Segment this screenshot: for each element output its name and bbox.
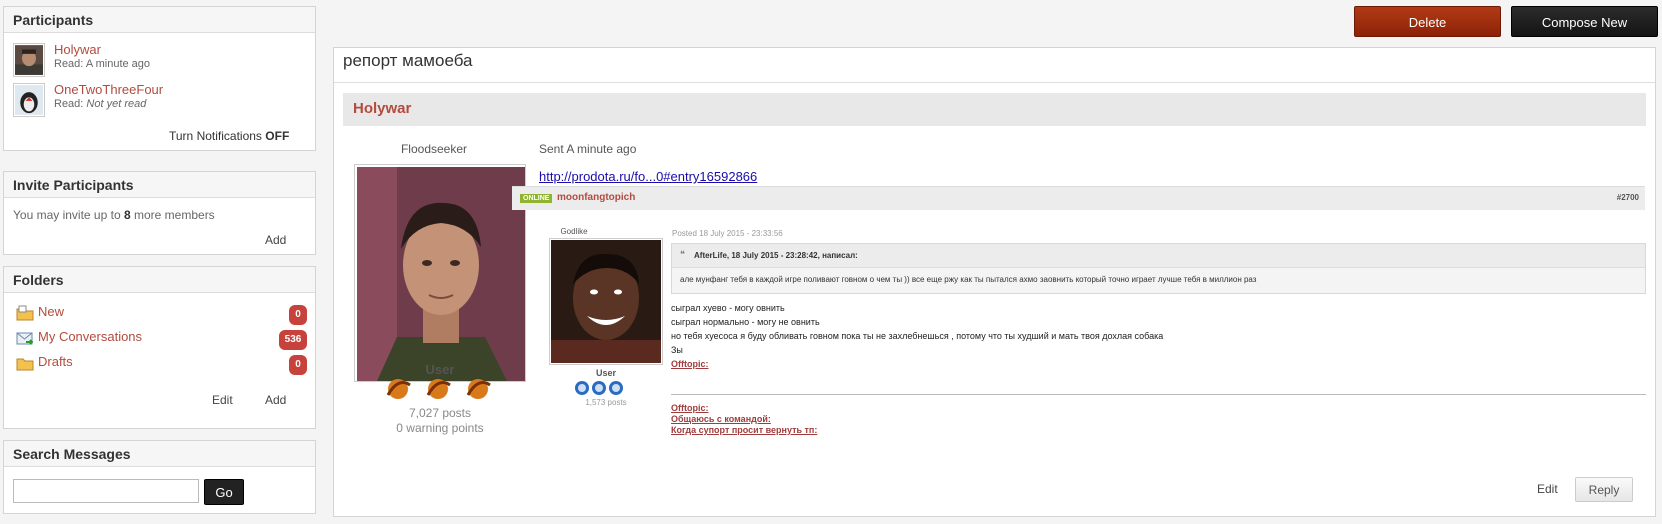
quote-icon: ❝ xyxy=(680,249,685,259)
search-title: Search Messages xyxy=(4,441,315,467)
quote-text: але мунфанг тебя в каждой игре поливают … xyxy=(680,275,1257,284)
post-line: Зы xyxy=(671,345,683,355)
participants-title: Participants xyxy=(4,7,315,33)
folder-count-badge: 0 xyxy=(289,355,307,375)
participant-read-status: Read: Not yet read xyxy=(54,98,146,110)
participant-avatar-onetwothreefour[interactable] xyxy=(13,83,45,117)
folder-item-new[interactable]: New xyxy=(16,304,306,322)
embedded-post-count: 1,573 posts xyxy=(585,398,627,407)
embedded-post-number[interactable]: #2700 xyxy=(1617,193,1639,202)
notifications-toggle[interactable]: Turn Notifications OFF xyxy=(169,129,289,143)
sender-avatar-image xyxy=(357,167,525,381)
folder-count-badge: 536 xyxy=(279,330,307,350)
message-edit-button[interactable]: Edit xyxy=(1537,482,1558,496)
embedded-post-author[interactable]: moonfangtopich xyxy=(557,192,635,203)
sender-rank-pips xyxy=(382,375,502,401)
search-input[interactable] xyxy=(13,479,199,503)
read-value: Not yet read xyxy=(86,98,147,110)
quote-header-row: ❝ AfterLife, 18 July 2015 - 23:28:42, на… xyxy=(672,244,1645,268)
conversation-panel: репорт мамоеба Holywar Floodseeker User … xyxy=(333,47,1656,517)
read-label: Read: xyxy=(54,58,84,70)
folder-label: New xyxy=(38,304,65,319)
folders-title: Folders xyxy=(4,267,315,293)
embedded-author-role: User xyxy=(595,368,616,378)
search-go-button[interactable]: Go xyxy=(204,479,244,505)
message-author-bar: Holywar xyxy=(343,93,1646,126)
rank-pip-icon xyxy=(466,379,491,399)
sender-post-count: 7,027 posts xyxy=(408,406,472,420)
participant-read-status: Read: A minute ago xyxy=(54,58,150,70)
message-author-name[interactable]: Holywar xyxy=(353,100,411,117)
invite-add-button[interactable]: Add xyxy=(265,233,286,247)
post-line: сыграл нормально - могу не овнить xyxy=(671,317,820,327)
online-status-badge: ONLINE xyxy=(520,194,553,203)
folder-item-my-conversations[interactable]: My Conversations xyxy=(16,329,306,347)
read-label: Read: xyxy=(54,98,84,110)
folders-add-button[interactable]: Add xyxy=(265,393,286,407)
participant-name-holywar[interactable]: Holywar xyxy=(54,42,101,57)
reply-button[interactable]: Reply xyxy=(1575,477,1633,502)
folder-new-icon xyxy=(16,305,34,321)
signature-link[interactable]: Когда супорт просит вернуть тп: xyxy=(671,425,817,435)
sender-avatar[interactable] xyxy=(354,164,526,382)
participant-name-onetwothreefour[interactable]: OneTwoThreeFour xyxy=(54,82,163,97)
folder-item-drafts[interactable]: Drafts xyxy=(16,354,306,372)
sender-warning-points: 0 warning points xyxy=(396,421,484,435)
sent-time: Sent A minute ago xyxy=(539,142,637,156)
avatar-image xyxy=(15,85,43,115)
rank-pip-icon xyxy=(592,381,606,395)
message-link[interactable]: http://prodota.ru/fo...0#entry16592866 xyxy=(539,169,757,184)
signature-divider xyxy=(671,394,1646,395)
compose-new-button[interactable]: Compose New xyxy=(1511,6,1658,37)
folder-label: Drafts xyxy=(38,354,73,369)
rank-pip-icon xyxy=(575,381,589,395)
invite-limit-text: You may invite up to 8 more members xyxy=(13,208,215,222)
embedded-author-rank: Godlike xyxy=(560,227,588,236)
search-panel: Search Messages Go xyxy=(3,440,316,514)
rank-pip-icon xyxy=(426,379,451,399)
sender-username[interactable]: Floodseeker xyxy=(354,142,514,156)
invite-title: Invite Participants xyxy=(4,172,315,198)
signature-link[interactable]: Общаюсь с командой: xyxy=(671,414,771,424)
quote-block: ❝ AfterLife, 18 July 2015 - 23:28:42, на… xyxy=(671,243,1646,294)
post-line: но тебя хуесоса я буду обливать говном п… xyxy=(671,331,1164,341)
folders-panel: Folders New 0 My Conversations 536 Draft… xyxy=(3,266,316,429)
envelope-arrow-icon xyxy=(16,332,34,345)
signature-link[interactable]: Offtopic: xyxy=(671,403,709,413)
embedded-post-header: ONLINE moonfangtopich #2700 xyxy=(512,186,1645,210)
participant-avatar-holywar[interactable] xyxy=(13,43,45,77)
embedded-avatar-image xyxy=(551,240,661,363)
read-value: A minute ago xyxy=(85,58,151,70)
notifications-state: OFF xyxy=(265,129,290,143)
invite-panel: Invite Participants You may invite up to… xyxy=(3,171,316,255)
invite-text-after: more members xyxy=(134,208,215,222)
folder-label: My Conversations xyxy=(38,329,143,344)
quote-header: AfterLife, 18 July 2015 - 23:28:42, напи… xyxy=(694,251,858,260)
rank-icons xyxy=(575,381,623,395)
folder-count-badge: 0 xyxy=(289,305,307,325)
folder-icon xyxy=(16,358,34,371)
delete-button[interactable]: Delete xyxy=(1354,6,1501,37)
invite-count: 8 xyxy=(123,208,131,222)
embedded-post-date: Posted 18 July 2015 - 23:33:56 xyxy=(672,229,783,238)
offtopic-link[interactable]: Offtopic: xyxy=(671,359,709,369)
rank-pip-icon xyxy=(609,381,623,395)
conversation-title: репорт мамоеба xyxy=(343,51,473,70)
notifications-label: Turn Notifications xyxy=(169,129,262,143)
participants-panel: Participants Holywar Read: A minute ago … xyxy=(3,6,316,151)
avatar-image xyxy=(15,45,43,75)
rank-pip-icon xyxy=(386,379,411,399)
invite-text-before: You may invite up to xyxy=(13,208,121,222)
embedded-rank-pips xyxy=(574,380,624,396)
folders-edit-button[interactable]: Edit xyxy=(212,393,233,407)
post-line: сыграл хуево - могу овнить xyxy=(671,303,785,313)
rank-icons xyxy=(386,379,491,399)
title-divider xyxy=(334,82,1655,83)
embedded-post-avatar[interactable] xyxy=(549,238,663,365)
